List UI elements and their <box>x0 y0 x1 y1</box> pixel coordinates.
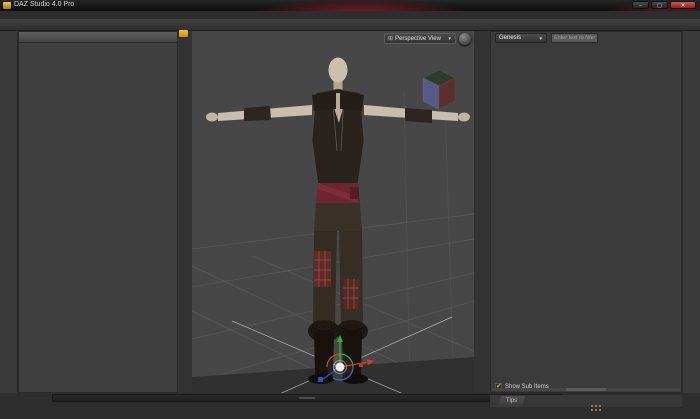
collapsed-pane-bar[interactable] <box>52 394 562 402</box>
parameters-pane: Genesis ▼ ✔ Show Sub Items <box>490 31 682 393</box>
app-icon <box>3 2 11 9</box>
viewport[interactable]: ⊞ Perspective View ▼ <box>192 31 474 393</box>
scene-pane <box>18 31 178 393</box>
active-pane-marker <box>179 30 188 37</box>
main-toolbar <box>0 19 700 31</box>
filter-input[interactable] <box>551 33 598 43</box>
window-title: DAZ Studio 4.0 Pro <box>14 1 75 8</box>
minimize-button[interactable]: – <box>632 1 649 9</box>
title-bar[interactable]: DAZ Studio 4.0 Pro – ▢ ✕ <box>0 0 700 11</box>
node-selector[interactable]: Genesis ▼ <box>495 33 547 43</box>
right-pane-tabs <box>474 31 490 393</box>
daz-studio-window: { "window": { "title": "DAZ Studio 4.0 P… <box>0 0 700 419</box>
tab-tips[interactable]: Tips <box>498 396 525 407</box>
drag-handle[interactable] <box>299 397 315 399</box>
camera-selector[interactable]: ⊞ Perspective View ▼ <box>384 33 456 44</box>
pose-toolbar <box>682 31 700 393</box>
left-pane-tabs <box>178 31 192 393</box>
window-controls: – ▢ ✕ <box>632 1 696 9</box>
camera-selector-value: Perspective View <box>395 35 441 42</box>
tips-bar: Tips <box>490 395 682 407</box>
resize-grip-icon[interactable] <box>590 404 602 413</box>
chevron-down-icon: ▼ <box>538 35 543 41</box>
scene-tree <box>19 42 177 392</box>
horizontal-scrollbar[interactable] <box>492 388 680 391</box>
view-cube[interactable] <box>421 69 457 111</box>
camera-cube-toggle[interactable] <box>459 33 471 45</box>
menu-bar <box>0 11 700 19</box>
maximize-button[interactable]: ▢ <box>651 1 668 9</box>
file-toolbar <box>0 31 18 393</box>
close-button[interactable]: ✕ <box>670 1 696 9</box>
camera-view-icon: ⊞ <box>388 36 394 42</box>
background-window-artifact <box>255 0 465 11</box>
node-selector-value: Genesis <box>499 35 522 41</box>
chevron-down-icon: ▼ <box>447 36 452 41</box>
